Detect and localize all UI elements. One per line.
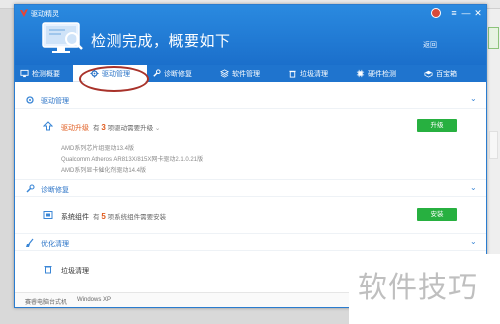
- driver-count: 3: [101, 123, 106, 132]
- tab-label: 检测概要: [32, 70, 60, 78]
- tab-hardware-detection[interactable]: 硬件检测: [351, 65, 419, 82]
- status-suffix: 项驱动需要升级: [107, 125, 154, 132]
- driver-item: AMD系列芯片组驱动13.4版: [61, 146, 135, 152]
- tab-driver-management[interactable]: 驱动管理: [85, 65, 145, 82]
- wrench-icon: [26, 184, 35, 193]
- gear-icon: [90, 69, 99, 78]
- status-suffix: 项系统组件需要安装: [107, 214, 167, 221]
- system-component-icon: [43, 211, 53, 219]
- status-prefix: 有: [93, 125, 100, 132]
- return-button[interactable]: 返回: [423, 40, 437, 50]
- driver-item: Qualcomm Atheros AR813X/815X网卡驱动2.1.0.21…: [61, 157, 204, 163]
- tab-bar: 检测概要 驱动管理 诊断修复 软件管理 垃圾清理 硬件检测 百宝箱: [15, 65, 486, 82]
- section-cleanup-header[interactable]: 优化清理 ⌄: [15, 233, 486, 251]
- computer-model: 赛睿电脑台式机: [25, 300, 68, 306]
- app-logo-icon: [20, 9, 28, 17]
- tab-label: 百宝箱: [436, 70, 457, 78]
- junk-cleanup-label: 垃圾清理: [61, 268, 89, 275]
- chevron-down-icon[interactable]: ⌄: [155, 125, 160, 132]
- gear-icon: [26, 96, 34, 104]
- tab-label: 垃圾清理: [300, 70, 328, 78]
- desktop-widget: [488, 27, 499, 49]
- status-prefix: 有: [93, 214, 100, 221]
- driver-upgrade-status: 有 3 项驱动需要升级 ⌄: [93, 122, 160, 132]
- section-diagnose-header[interactable]: 诊断修复 ⌄: [15, 179, 486, 197]
- trash-icon: [289, 70, 296, 78]
- os-version: Windows XP: [77, 297, 112, 303]
- user-avatar-icon[interactable]: [431, 8, 441, 18]
- upgrade-arrow-icon: [43, 121, 53, 131]
- tab-software-management[interactable]: 软件管理: [215, 65, 283, 82]
- wrench-icon: [153, 69, 161, 77]
- close-icon[interactable]: ✕: [473, 8, 483, 18]
- tab-label: 硬件检测: [368, 70, 396, 78]
- watermark: 软件技巧: [349, 254, 500, 324]
- upgrade-button[interactable]: 升级: [417, 119, 457, 132]
- tab-label: 驱动管理: [102, 70, 130, 78]
- watermark-text: 软件技巧: [358, 272, 479, 304]
- section-driver-management-header[interactable]: 驱动管理 ⌄: [15, 91, 486, 109]
- section-title: 驱动管理: [41, 98, 69, 105]
- install-button[interactable]: 安装: [417, 208, 457, 221]
- app-name: 驱动精灵: [31, 11, 59, 18]
- driver-upgrade-label: 驱动升级: [61, 125, 89, 132]
- tab-diagnose-repair[interactable]: 诊断修复: [147, 65, 215, 82]
- apps-icon: [220, 69, 229, 78]
- broom-icon: [26, 238, 34, 247]
- section-title: 优化清理: [41, 241, 69, 248]
- tab-label: 诊断修复: [164, 70, 192, 78]
- tab-toolbox[interactable]: 百宝箱: [419, 65, 486, 82]
- driver-item: AMD系列显卡催化剂驱动14.4版: [61, 168, 147, 174]
- tab-label: 软件管理: [232, 70, 260, 78]
- section-title: 诊断修复: [41, 187, 69, 194]
- system-component-status: 有 5 项系统组件需要安装: [93, 211, 166, 221]
- tab-junk-cleanup[interactable]: 垃圾清理: [283, 65, 351, 82]
- component-count: 5: [101, 212, 106, 221]
- chip-icon: [356, 69, 365, 78]
- chevron-down-icon[interactable]: ⌄: [470, 94, 477, 103]
- chevron-down-icon[interactable]: ⌄: [470, 183, 477, 192]
- minimize-icon[interactable]: —: [461, 8, 471, 18]
- toolbox-icon: [424, 70, 433, 78]
- monitor-scan-icon: [42, 22, 83, 53]
- page-title: 检测完成，概要如下: [91, 33, 231, 50]
- menu-icon[interactable]: ≡: [449, 8, 459, 18]
- chevron-down-icon[interactable]: ⌄: [470, 237, 477, 246]
- desktop-widget-secondary: [489, 131, 498, 159]
- title-bar: 驱动精灵 检测完成，概要如下 返回 ≡ — ✕: [15, 5, 486, 65]
- tab-overview[interactable]: 检测概要: [15, 65, 73, 82]
- monitor-icon: [20, 69, 29, 78]
- system-component-label: 系统组件: [61, 214, 89, 221]
- trash-icon: [44, 266, 52, 274]
